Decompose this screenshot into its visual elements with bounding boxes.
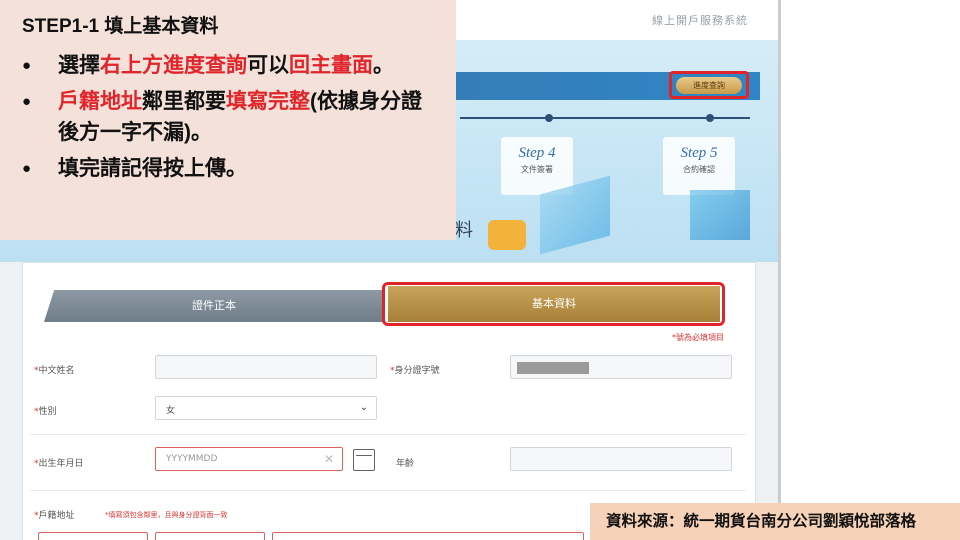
note-item-text: 戶籍地址鄰里都要填寫完整(依據身分證後方一字不漏)。	[58, 90, 422, 144]
chevron-down-icon: ⌄	[359, 402, 368, 413]
step-dot	[545, 114, 553, 122]
note-list: ● 選擇右上方進度查詢可以回主畫面。 ● 戶籍地址鄰里都要填寫完整(依據身分證後方一…	[20, 50, 440, 189]
partial-heading: 料	[455, 220, 473, 241]
highlighted-text: 右上方進度查詢	[100, 54, 247, 77]
id-number-label: *身分證字號	[390, 366, 440, 376]
clear-icon[interactable]: ✕	[324, 452, 334, 466]
id-number-field[interactable]	[510, 355, 732, 379]
step-4-title: Step 4	[518, 145, 556, 161]
note-item-text: 填完請記得按上傳。	[58, 157, 247, 180]
note-text: 選擇	[58, 54, 100, 77]
household-address-hint: *填寫須包含鄰里，且與身分證背面一致	[105, 511, 228, 519]
note-item: ● 戶籍地址鄰里都要填寫完整(依據身分證後方一字不漏)。	[22, 90, 422, 144]
note-item: ● 選擇右上方進度查詢可以回主畫面。	[22, 54, 394, 77]
note-item: ● 填完請記得按上傳。	[22, 157, 247, 180]
household-address-label: *戶籍地址	[34, 511, 75, 521]
address-detail-input[interactable]	[272, 532, 584, 540]
step-5-title: Step 5	[680, 145, 718, 161]
chinese-name-field[interactable]	[155, 355, 377, 379]
step-4-card: Step 4 文件簽署	[501, 137, 573, 195]
progress-button-highlight	[669, 71, 749, 99]
step-5-card: Step 5 合約確認	[663, 137, 735, 195]
birthdate-input[interactable]: YYYYMMDD ✕	[155, 447, 343, 471]
note-item-text: 選擇右上方進度查詢可以回主畫面。	[58, 54, 394, 77]
birthdate-label: *出生年月日	[34, 459, 84, 469]
note-text: 填完請記得按上傳。	[58, 157, 247, 180]
decorative-illustration	[690, 190, 750, 240]
step-4-subtitle: 文件簽署	[521, 165, 553, 174]
divider	[30, 490, 746, 491]
highlighted-text: 填寫完整	[226, 90, 310, 113]
system-title: 線上開戶服務系統	[652, 14, 748, 27]
highlighted-text: 戶籍地址	[58, 90, 142, 113]
gender-select[interactable]: 女 ⌄	[155, 396, 377, 420]
address-district-select[interactable]	[155, 532, 265, 540]
instruction-note: STEP1-1 填上基本資料 ● 選擇右上方進度查詢可以回主畫面。 ● 戶籍地址鄰里…	[0, 0, 456, 240]
required-note: *號為必填項目	[672, 333, 724, 342]
note-title: STEP1-1 填上基本資料	[22, 16, 219, 37]
note-text: 可以	[247, 54, 289, 77]
address-city-select[interactable]	[38, 532, 148, 540]
source-caption: 資料來源：統一期貨台南分公司劉穎悅部落格	[590, 503, 960, 540]
step-dot	[706, 114, 714, 122]
note-text: 。	[373, 54, 394, 77]
note-text: 鄰里都要	[142, 90, 226, 113]
age-field	[510, 447, 732, 471]
highlighted-text: 回主畫面	[289, 54, 373, 77]
chinese-name-label: *中文姓名	[34, 366, 75, 376]
basic-info-tab-highlight	[382, 282, 725, 326]
calendar-icon[interactable]	[353, 449, 375, 471]
divider	[30, 434, 746, 435]
step-5-subtitle: 合約確認	[683, 165, 715, 174]
tab-id-documents[interactable]: 證件正本	[44, 290, 384, 322]
gender-label: *性別	[34, 407, 57, 417]
age-label: 年齡	[396, 459, 415, 469]
chat-bubble-illustration	[488, 220, 526, 250]
